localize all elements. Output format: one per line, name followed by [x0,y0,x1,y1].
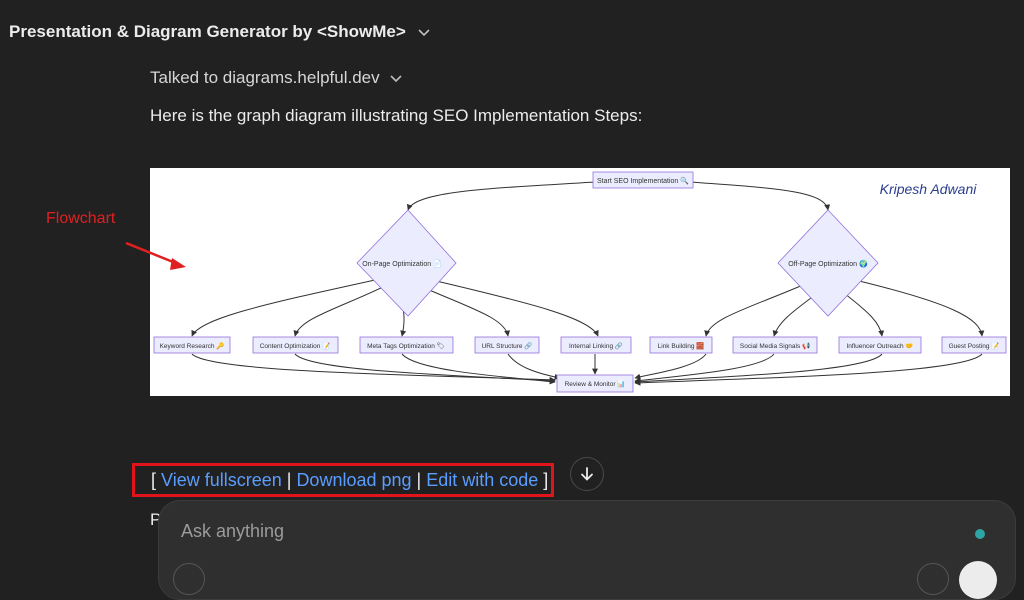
chevron-down-icon[interactable] [416,24,432,40]
node-keyword-label: Keyword Research 🔑 [160,341,225,350]
node-url: URL Structure 🔗 [474,336,540,354]
edge [191,353,556,383]
edge [406,181,596,211]
edge [191,279,376,337]
arrow-down-icon [581,467,593,481]
view-fullscreen-link[interactable]: View fullscreen [161,470,282,491]
status-dot-icon [975,529,985,539]
microphone-icon[interactable] [917,563,949,595]
scroll-to-bottom-button[interactable] [570,457,604,491]
edge [854,279,985,337]
node-influencer-label: Influencer Outreach 🤝 [847,343,914,350]
node-social: Social Media Signals 📢 [732,336,818,354]
node-content-label: Content Optimization 📝 [260,342,331,350]
diagram-image: Start SEO Implementation 🔍 On-Page Optim… [150,168,1010,396]
node-content: Content Optimization 📝 [252,336,339,354]
node-onpage: On-Page Optimization 📄 [356,209,457,317]
node-url-label: URL Structure 🔗 [482,341,533,350]
chevron-down-icon[interactable] [388,70,404,86]
edge [507,353,561,380]
download-png-link[interactable]: Download png [296,470,411,491]
message-composer[interactable]: Ask anything [158,500,1016,600]
separator: | [416,469,422,490]
node-keyword: Keyword Research 🔑 [153,336,231,354]
node-social-label: Social Media Signals 📢 [740,342,810,350]
edge [431,279,599,337]
edge [689,181,831,211]
node-start: Start SEO Implementation 🔍 [592,171,694,189]
edge [293,285,386,337]
node-influencer: Influencer Outreach 🤝 [838,336,922,354]
node-review: Review & Monitor 📊 [556,374,634,393]
node-guest-label: Guest Posting 📝 [949,342,1000,350]
edge [419,285,511,337]
edge [634,353,775,384]
plus-icon[interactable] [173,563,205,595]
assistant-message-text: Here is the graph diagram illustrating S… [150,106,643,125]
node-link-label: Link Building 🧱 [658,342,705,350]
node-guest: Guest Posting 📝 [941,336,1007,354]
node-offpage: Off-Page Optimization 🌍 [777,209,879,317]
separator: | [286,469,292,490]
node-link: Link Building 🧱 [649,336,713,354]
flowchart-svg: Start SEO Implementation 🔍 On-Page Optim… [153,171,1007,393]
edit-with-code-link[interactable]: Edit with code [426,470,538,491]
node-offpage-label: Off-Page Optimization 🌍 [788,259,868,268]
diagram-links-highlight: [ View fullscreen | Download png | Edit … [132,463,554,497]
prompt-input[interactable]: Ask anything [181,521,284,542]
bracket-open: [ [151,469,157,490]
bracket-close: ] [543,469,549,490]
node-internal-label: Internal Linking 🔗 [569,341,623,350]
node-start-label: Start SEO Implementation 🔍 [597,176,689,185]
edge [704,281,811,337]
signature-watermark: Kripesh Adwani [880,181,978,197]
node-meta: Meta Tags Optimization 🏷 [359,336,454,354]
voice-mode-button[interactable] [959,561,997,599]
annotation-arrow [125,241,186,270]
node-internal: Internal Linking 🔗 [560,336,632,354]
node-review-label: Review & Monitor 📊 [565,380,626,388]
node-meta-label: Meta Tags Optimization 🏷 [367,342,445,350]
edge [294,353,556,384]
node-onpage-label: On-Page Optimization 📄 [362,259,442,268]
